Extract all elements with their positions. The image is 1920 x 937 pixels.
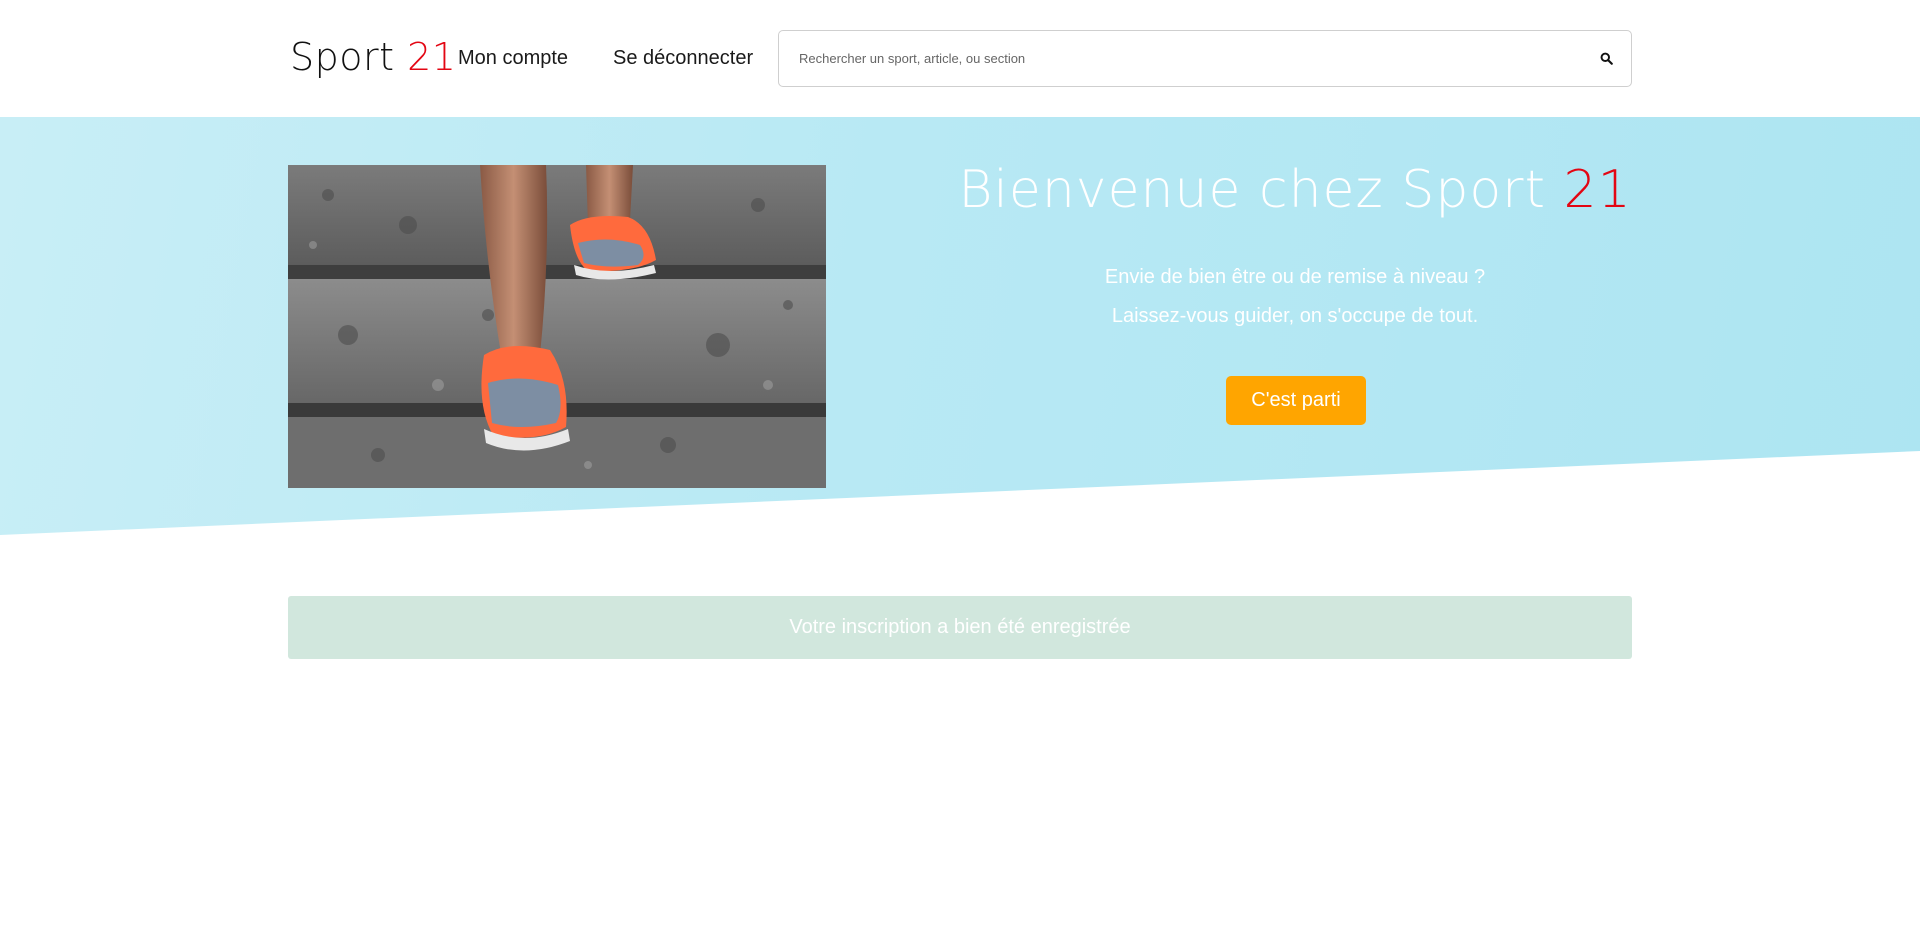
get-started-button[interactable]: C'est parti: [1226, 376, 1366, 425]
hero-title-number: 21: [1563, 160, 1632, 220]
site-header: Sport 21 Mon compte Se déconnecter: [0, 0, 1920, 117]
nav-my-account[interactable]: Mon compte: [458, 44, 568, 72]
hero-tagline-1: Envie de bien être ou de remise à niveau…: [1104, 266, 1486, 288]
success-alert-message: Votre inscription a bien été enregistrée: [789, 616, 1131, 638]
hero-title: Bienvenue chez Sport 21: [880, 158, 1710, 222]
logo-number: 21: [407, 35, 457, 79]
logo-text: Sport: [290, 35, 395, 79]
hero-image-running-shoes: [288, 165, 826, 488]
search-input[interactable]: [779, 31, 1581, 86]
hero-title-text: Bienvenue chez Sport: [958, 160, 1546, 220]
success-alert: Votre inscription a bien été enregistrée: [288, 596, 1632, 659]
nav-logout[interactable]: Se déconnecter: [613, 44, 753, 72]
running-shoes-photo: [288, 165, 826, 488]
hero-tagline-2: Laissez-vous guider, on s'occupe de tout…: [1111, 305, 1479, 327]
site-logo[interactable]: Sport 21: [290, 34, 456, 80]
search-bar: [778, 30, 1632, 87]
search-icon: [1600, 52, 1613, 65]
search-button[interactable]: [1581, 31, 1631, 86]
